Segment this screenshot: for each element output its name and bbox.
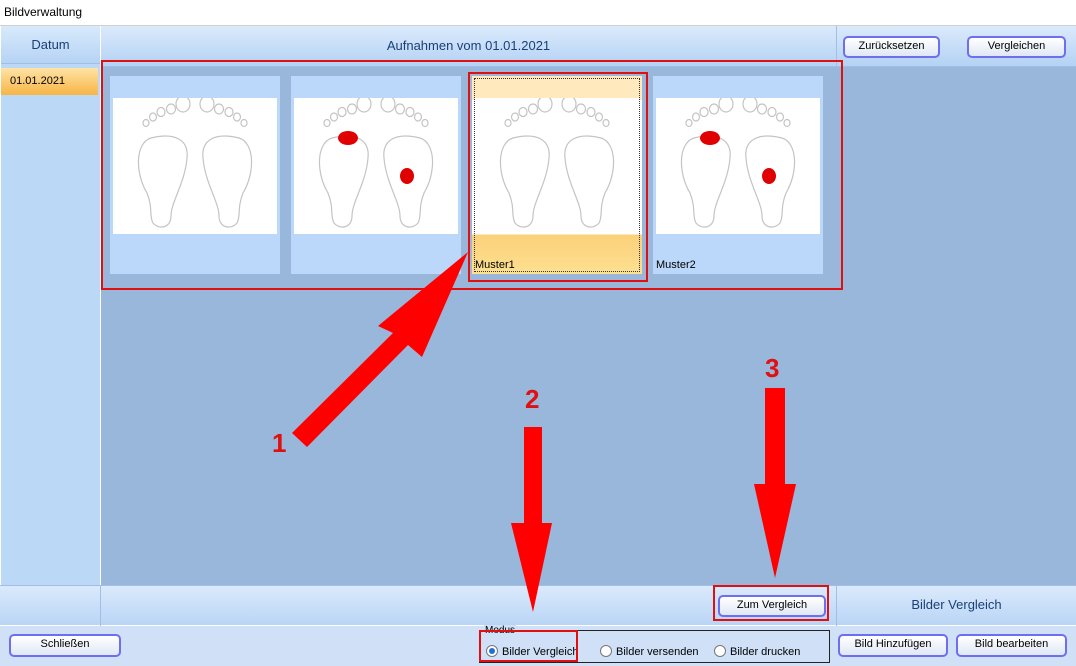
arrow-1-icon (292, 252, 468, 447)
step-number-2: 2 (525, 384, 540, 414)
arrow-3-icon (754, 388, 796, 578)
arrow-2-icon (511, 427, 552, 612)
step-number-3: 3 (765, 353, 780, 383)
step-number-1: 1 (272, 428, 287, 458)
annotation-arrows (292, 252, 796, 612)
